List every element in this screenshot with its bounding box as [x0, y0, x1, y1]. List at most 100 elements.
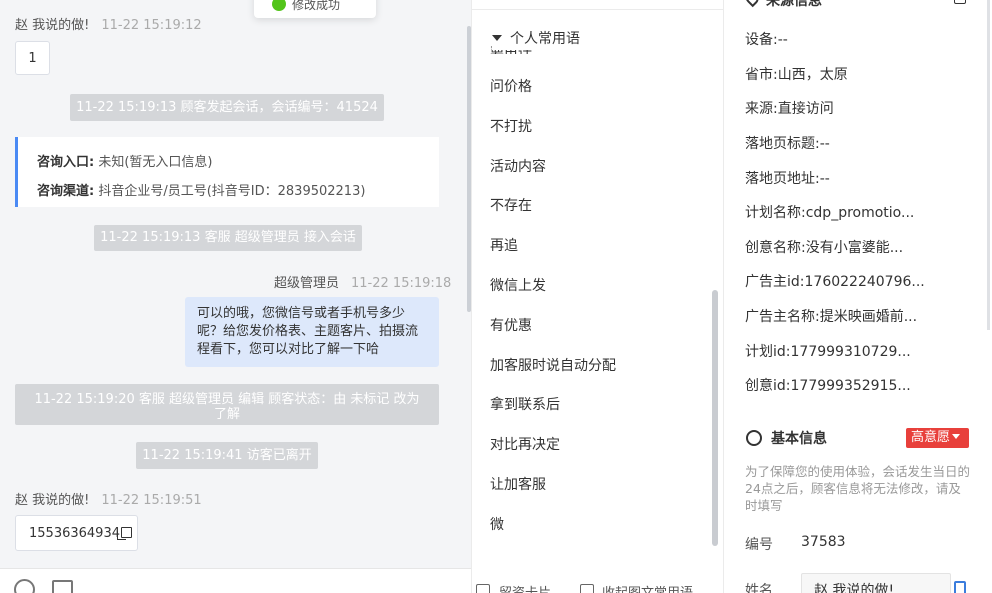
id-label: 编号: [745, 537, 773, 553]
phrase-item[interactable]: 微: [490, 515, 616, 555]
edit-deadline-notice: 为了保障您的使用体验，会话发生当日的24点之后，顾客信息将无法修改，请及时填写: [745, 464, 971, 513]
system-text: 11-22 15:19:13 顾客发起会话，会话编号：41524: [76, 100, 378, 115]
source-info-header: 来源信息: [742, 0, 822, 10]
phrase-item[interactable]: 拿到联系后: [490, 395, 616, 435]
source-field: 落地页地址:--: [745, 168, 830, 188]
sender-name: 超级管理员: [274, 276, 340, 291]
field-value: 直接访问: [777, 101, 834, 117]
sender-name: 赵 我说的做!: [15, 18, 90, 33]
lead-card-button[interactable]: 留资卡片: [499, 582, 551, 593]
system-text: 11-22 15:19:13 客服 超级管理员 接入会话: [100, 230, 356, 245]
phrase-item[interactable]: 对比再决定: [490, 435, 616, 475]
agent-message: 可以的哦，您微信号或者手机号多少呢？给您发价格表、主题客片、拍摄流程看下，您可以…: [185, 297, 439, 367]
phrase-group-title: 个人常用语: [510, 31, 580, 47]
field-value: --: [819, 136, 830, 152]
phrase-group-header[interactable]: 个人常用语: [492, 28, 692, 50]
visitor-message: 1: [15, 41, 50, 75]
name-field[interactable]: 赵 我说的做!: [801, 573, 951, 593]
entry-value: 未知(暂无入口信息): [98, 155, 213, 170]
edit-icon[interactable]: [954, 0, 966, 4]
phrase-item[interactable]: 微信上发: [490, 276, 616, 316]
consult-channel-row: 咨询渠道: 抖音企业号/员工号(抖音号ID：2839502213): [37, 177, 439, 206]
success-icon: [272, 0, 286, 11]
source-info-title: 来源信息: [766, 0, 822, 9]
field-value: 176022240796...: [804, 274, 925, 290]
phrase-scrollbar[interactable]: [712, 290, 718, 546]
copy-icon[interactable]: [116, 527, 132, 540]
system-message: 11-22 15:19:41 访客已离开: [136, 442, 318, 469]
consult-entry-row: 咨询入口: 未知(暂无入口信息): [37, 148, 439, 177]
copy-icon[interactable]: [954, 581, 966, 593]
emoji-icon[interactable]: [14, 579, 35, 593]
user-icon: [746, 430, 762, 446]
image-icon[interactable]: [52, 580, 73, 593]
field-value: cdp_promotio...: [805, 205, 915, 221]
phrase-item[interactable]: 活动内容: [490, 157, 616, 197]
field-label: 创意名称:: [745, 240, 806, 256]
source-field: 创意id:177999352915...: [745, 375, 911, 395]
source-field: 设备:--: [745, 29, 788, 49]
intent-level-label: 高意愿: [911, 430, 951, 445]
phrase-list: 问价格 不打扰 活动内容 不存在 再追 微信上发 有优惠 加客服时说自动分配 拿…: [490, 77, 616, 555]
channel-label: 咨询渠道:: [37, 184, 95, 199]
chevron-down-icon: [952, 434, 961, 439]
composer-toolbar: [0, 568, 471, 593]
intent-level-dropdown[interactable]: 高意愿: [906, 428, 969, 448]
field-value: 没有小富婆能...: [805, 240, 904, 256]
channel-value: 抖音企业号/员工号(抖音号ID：2839502213): [98, 184, 366, 199]
entry-label: 咨询入口:: [37, 155, 95, 170]
phrase-item[interactable]: 不打扰: [490, 117, 616, 157]
phrase-item[interactable]: 有优惠: [490, 316, 616, 356]
field-label: 计划名称:: [745, 205, 806, 221]
source-field: 计划名称:cdp_promotio...: [745, 202, 914, 222]
name-label: 姓名: [745, 583, 773, 593]
message-meta: 赵 我说的做! 11-22 15:19:12: [15, 14, 202, 33]
visitor-message: 15536364934: [15, 515, 138, 551]
field-label: 落地页地址:: [745, 171, 820, 187]
phrase-item[interactable]: 让加客服: [490, 475, 616, 515]
info-scrollbar[interactable]: [987, 0, 990, 330]
message-time: 11-22 15:19:18: [351, 276, 452, 291]
phrase-item[interactable]: 再追: [490, 236, 616, 276]
source-field: 计划id:177999310729...: [745, 341, 911, 361]
chat-panel: 修改成功 赵 我说的做! 11-22 15:19:12 1 11-22 15:19…: [0, 0, 471, 593]
source-field: 创意名称:没有小富婆能...: [745, 237, 903, 257]
phrase-item[interactable]: 问价格: [490, 77, 616, 117]
source-field: 省市:山西，太原: [745, 64, 848, 84]
toast-text: 修改成功: [292, 0, 341, 12]
message-text: 可以的哦，您微信号或者手机号多少呢？给您发价格表、主题客片、拍摄流程看下，您可以…: [197, 306, 419, 357]
field-value: 山西，太原: [777, 67, 848, 83]
field-label: 省市:: [745, 67, 778, 83]
message-time: 11-22 15:19:51: [101, 493, 202, 508]
collapse-icon: [580, 584, 594, 593]
field-value: 提米映画婚前...: [819, 309, 918, 325]
sender-name: 赵 我说的做!: [15, 493, 90, 508]
message-meta: 超级管理员 11-22 15:19:18: [274, 272, 451, 291]
message-time: 11-22 15:19:12: [101, 18, 202, 33]
field-label: 计划id:: [745, 344, 791, 360]
phrase-item[interactable]: 加客服时说自动分配: [490, 356, 616, 396]
workspace: 修改成功 赵 我说的做! 11-22 15:19:12 1 11-22 15:19…: [0, 0, 992, 593]
field-label: 创意id:: [745, 378, 791, 394]
system-message: 11-22 15:19:20 客服 超级管理员 编辑 顾客状态：由 未标记 改为…: [15, 384, 439, 425]
field-value: 177999310729...: [790, 344, 911, 360]
customer-info-panel: 来源信息 设备:-- 省市:山西，太原 来源:直接访问 落地页标题:-- 落地页…: [724, 0, 992, 593]
consult-entry-card: 咨询入口: 未知(暂无入口信息) 咨询渠道: 抖音企业号/员工号(抖音号ID：2…: [15, 137, 439, 207]
location-pin-icon: [742, 0, 762, 8]
message-text: 15536364934: [29, 526, 120, 541]
message-meta: 赵 我说的做! 11-22 15:19:51: [15, 489, 202, 508]
caret-down-icon: [492, 35, 502, 41]
field-value: --: [819, 171, 830, 187]
source-field: 落地页标题:--: [745, 133, 830, 153]
divider: [472, 9, 723, 10]
system-text: 11-22 15:19:41 访客已离开: [142, 448, 312, 463]
system-message: 11-22 15:19:13 顾客发起会话，会话编号：41524: [70, 94, 384, 121]
phrase-item[interactable]: 不存在: [490, 196, 616, 236]
field-label: 广告主名称:: [745, 309, 820, 325]
basic-info-title: 基本信息: [771, 431, 827, 447]
basic-info-header: 基本信息: [746, 428, 827, 448]
source-field: 广告主id:176022240796...: [745, 271, 925, 291]
field-value: --: [777, 32, 788, 48]
collapse-phrases-button[interactable]: 收起图文常用语: [602, 582, 693, 593]
field-label: 落地页标题:: [745, 136, 820, 152]
